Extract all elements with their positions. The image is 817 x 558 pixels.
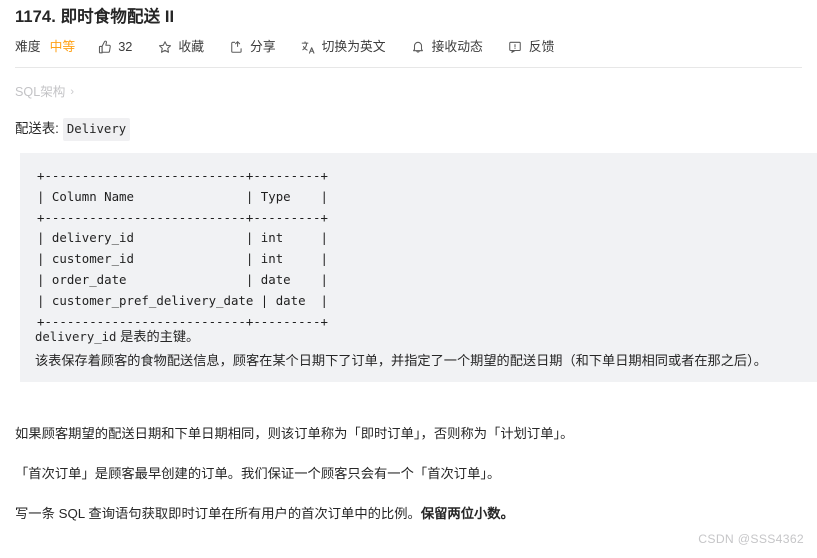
- description-paragraph-1: 如果顾客期望的配送日期和下单日期相同，则该订单称为「即时订单」，否则称为「计划订…: [15, 426, 574, 441]
- like-count: 32: [118, 39, 133, 54]
- header-divider: [15, 67, 802, 68]
- description-paragraph-3: 写一条 SQL 查询语句获取即时订单在所有用户的首次订单中的比例。保留两位小数。: [15, 504, 805, 524]
- primary-key-note-text: 是表的主键。: [116, 329, 200, 344]
- task-statement: 写一条 SQL 查询语句获取即时订单在所有用户的首次订单中的比例。: [15, 506, 421, 521]
- share-icon: [229, 40, 244, 55]
- page-title: 1174. 即时食物配送 II: [15, 8, 175, 26]
- subscribe-label: 接收动态: [431, 39, 483, 54]
- schema-note-description: 该表保存着顾客的食物配送信息，顾客在某个日期下了订单，并指定了一个期望的配送日期…: [35, 353, 767, 368]
- task-precision-note: 保留两位小数。: [420, 506, 514, 521]
- watermark: CSDN @SSS4362: [698, 532, 804, 546]
- primary-key-column-name: delivery_id: [35, 330, 117, 344]
- schema-ascii-table: +---------------------------+---------+ …: [37, 168, 328, 329]
- breadcrumb[interactable]: SQL架构 ›: [15, 83, 74, 101]
- schema-caption-label: 配送表:: [15, 121, 59, 136]
- feedback-label: 反馈: [528, 39, 555, 54]
- schema-note-primary-key: delivery_id 是表的主键。: [35, 325, 817, 349]
- subscribe-button[interactable]: 接收动态: [411, 36, 483, 58]
- description-paragraph-2: 「首次订单」是顾客最早创建的订单。我们保证一个顾客只会有一个「首次订单」。: [15, 466, 501, 481]
- schema-table-caption: 配送表: Delivery: [15, 118, 131, 141]
- translate-label: 切换为英文: [321, 39, 386, 54]
- chevron-right-icon: ›: [70, 86, 75, 98]
- translate-icon: [301, 40, 316, 55]
- favorite-button[interactable]: 收藏: [157, 36, 204, 58]
- difficulty-label: 难度: [15, 39, 41, 54]
- favorite-label: 收藏: [178, 39, 205, 54]
- difficulty-indicator: 难度 中等: [15, 36, 75, 58]
- bell-icon: [411, 40, 426, 55]
- breadcrumb-item-sql-schema[interactable]: SQL架构: [15, 83, 65, 101]
- translate-button[interactable]: 切换为英文: [301, 36, 386, 58]
- thumbs-up-icon: [97, 40, 112, 55]
- feedback-icon: [508, 40, 523, 55]
- schema-table-name: Delivery: [62, 118, 131, 141]
- difficulty-value: 中等: [49, 39, 76, 54]
- star-icon: [157, 40, 172, 55]
- share-button[interactable]: 分享: [229, 36, 276, 58]
- share-label: 分享: [250, 39, 276, 54]
- schema-panel: +---------------------------+---------+ …: [20, 153, 817, 382]
- like-button[interactable]: 32: [97, 36, 132, 58]
- problem-description: 如果顾客期望的配送日期和下单日期相同，则该订单称为「即时订单」，否则称为「计划订…: [15, 424, 805, 524]
- schema-notes: delivery_id 是表的主键。 该表保存着顾客的食物配送信息，顾客在某个日…: [35, 325, 817, 373]
- action-toolbar: 难度 中等 32 收藏 分享 切换为英文 接收动态 反馈: [15, 36, 579, 58]
- feedback-button[interactable]: 反馈: [508, 36, 555, 58]
